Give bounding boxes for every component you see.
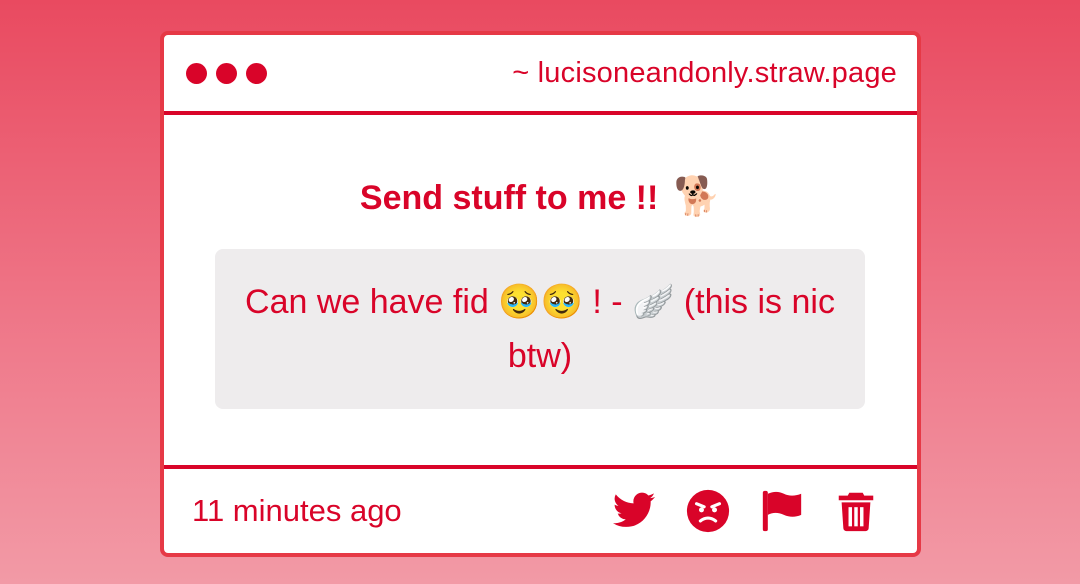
angry-face-icon[interactable]: [685, 488, 731, 534]
timestamp: 11 minutes ago: [192, 493, 402, 528]
action-bar: [611, 488, 879, 534]
page-title: Send stuff to me !! 🐕: [164, 175, 917, 219]
window-dot-icon: [216, 62, 237, 84]
page-content: Send stuff to me !! 🐕 Can we have fid 🥹🥹…: [164, 115, 917, 465]
dog-emoji-icon: 🐕: [673, 176, 722, 218]
message-text: Can we have fid 🥹🥹 ! - 🪽 (this is nic bt…: [245, 283, 835, 375]
trash-icon[interactable]: [833, 488, 879, 534]
window-dots: [186, 62, 267, 84]
page-title-text: Send stuff to me !!: [359, 179, 659, 217]
flag-icon[interactable]: [759, 488, 805, 534]
window-titlebar: ~ lucisoneandonly.straw.page: [164, 35, 917, 115]
page-url: ~ lucisoneandonly.straw.page: [512, 56, 897, 89]
post-card: ~ lucisoneandonly.straw.page Send stuff …: [160, 31, 921, 557]
twitter-icon[interactable]: [611, 488, 657, 534]
window-dot-icon: [186, 62, 207, 84]
window-dot-icon: [246, 62, 267, 84]
card-footer: 11 minutes ago: [164, 465, 917, 553]
message-bubble: Can we have fid 🥹🥹 ! - 🪽 (this is nic bt…: [215, 249, 865, 409]
